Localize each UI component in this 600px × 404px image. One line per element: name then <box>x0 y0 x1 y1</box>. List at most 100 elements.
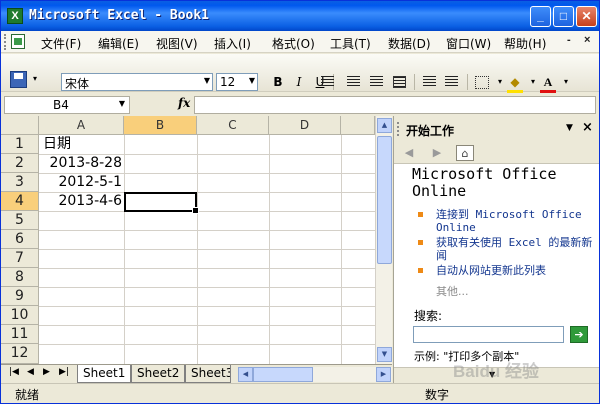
row-header[interactable]: 5 <box>1 211 39 230</box>
name-box[interactable]: B4 ▼ <box>4 96 130 114</box>
borders-icon[interactable] <box>475 76 489 89</box>
tab-sheet1[interactable]: Sheet1 <box>77 365 132 383</box>
scroll-right-icon[interactable]: ▶ <box>376 367 391 382</box>
gridline <box>39 249 375 250</box>
bold-button[interactable]: B <box>269 74 287 90</box>
pane-grip-handle[interactable] <box>397 122 400 136</box>
title-bar[interactable]: X Microsoft Excel - Book1 _ □ ✕ <box>1 1 599 31</box>
increase-indent-icon[interactable] <box>445 76 458 88</box>
back-icon[interactable]: ◀ <box>400 145 418 161</box>
select-all-corner[interactable] <box>1 116 39 135</box>
formula-input[interactable] <box>194 96 596 114</box>
active-cell-b4[interactable] <box>124 192 199 214</box>
vertical-scroll-thumb[interactable] <box>377 136 392 264</box>
insert-function-icon[interactable]: fx <box>178 96 190 110</box>
scroll-left-icon[interactable]: ◀ <box>238 367 253 382</box>
column-header-e[interactable] <box>341 116 375 135</box>
sheet-tab-bar: |◀ ◀ ▶ ▶| Sheet1 Sheet2 Sheet3 ◀ ▶ <box>1 364 392 383</box>
menu-edit[interactable]: 编辑(E) <box>98 35 139 52</box>
last-sheet-icon[interactable]: ▶| <box>59 367 69 377</box>
vertical-scrollbar[interactable]: ▲ ▼ <box>375 116 392 364</box>
font-color-button[interactable]: A <box>539 74 557 90</box>
search-input[interactable] <box>413 326 564 343</box>
menu-window[interactable]: 窗口(W) <box>446 35 491 52</box>
menu-file[interactable]: 文件(F) <box>41 35 81 52</box>
row-header[interactable]: 10 <box>1 306 39 325</box>
row-header[interactable]: 4 <box>1 192 39 211</box>
forward-icon[interactable]: ▶ <box>428 145 446 161</box>
gridline <box>39 268 375 269</box>
pane-menu-chevron-icon[interactable]: ▼ <box>566 123 573 133</box>
tab-sheet2[interactable]: Sheet2 <box>131 365 186 383</box>
column-header-a[interactable]: A <box>39 116 124 135</box>
save-icon[interactable] <box>10 71 27 88</box>
menu-bar: 文件(F) 编辑(E) 视图(V) 插入(I) 格式(O) 工具(T) 数据(D… <box>1 31 599 53</box>
bullet-icon <box>418 212 423 217</box>
menu-help[interactable]: 帮助(H) <box>504 35 546 52</box>
next-sheet-icon[interactable]: ▶ <box>43 367 50 377</box>
doc-minimize-button[interactable]: - <box>567 34 571 46</box>
scroll-up-icon[interactable]: ▲ <box>377 118 392 133</box>
italic-button[interactable]: I <box>290 74 308 90</box>
cell-a3[interactable]: 2012-5-1 <box>43 173 122 192</box>
menu-data[interactable]: 数据(D) <box>388 35 431 52</box>
toolbar-options-chevron-icon[interactable]: ▾ <box>28 71 42 87</box>
maximize-button[interactable]: □ <box>553 6 574 27</box>
align-center-icon[interactable] <box>347 76 360 88</box>
scroll-down-icon[interactable]: ▼ <box>377 347 392 362</box>
first-sheet-icon[interactable]: |◀ <box>9 367 19 377</box>
merge-center-icon[interactable] <box>393 76 406 88</box>
horizontal-scrollbar[interactable]: ◀ ▶ <box>238 367 392 382</box>
formatting-toolbar: ▾ 宋体 ▼ 12 ▼ B I U ▾ ◆ ▾ A ▾ <box>1 54 599 93</box>
search-go-icon[interactable]: ➔ <box>570 326 588 343</box>
horizontal-scroll-thumb[interactable] <box>253 367 313 382</box>
doc-close-button[interactable]: × <box>584 34 590 46</box>
row-header[interactable]: 9 <box>1 287 39 306</box>
link-connect-office-online[interactable]: 连接到 Microsoft Office Online <box>436 208 596 234</box>
font-size-value: 12 <box>220 75 236 89</box>
bullet-icon <box>418 240 423 245</box>
cell-a4[interactable]: 2013-4-6 <box>43 192 122 211</box>
chevron-down-icon[interactable]: ▼ <box>119 99 125 108</box>
excel-app-icon[interactable]: X <box>7 8 23 24</box>
font-size-select[interactable]: 12 ▼ <box>216 73 258 91</box>
cell-a1[interactable]: 日期 <box>43 135 71 154</box>
row-header[interactable]: 8 <box>1 268 39 287</box>
prev-sheet-icon[interactable]: ◀ <box>27 367 34 377</box>
row-header[interactable]: 7 <box>1 249 39 268</box>
task-pane: 开始工作 ▼ × ◀ ▶ ⌂ Microsoft Office Online 连… <box>393 116 599 383</box>
more-link[interactable]: 其他... <box>436 283 469 299</box>
align-left-icon[interactable] <box>321 76 334 88</box>
row-header[interactable]: 1 <box>1 135 39 154</box>
menu-tools[interactable]: 工具(T) <box>330 35 371 52</box>
menu-view[interactable]: 视图(V) <box>156 35 198 52</box>
worksheet-grid[interactable]: A B C D 1 2 3 4 5 6 7 8 9 10 11 12 日期 20… <box>1 116 392 364</box>
menu-grip-handle[interactable] <box>4 34 7 50</box>
workbook-icon[interactable] <box>11 34 25 49</box>
tab-sheet3[interactable]: Sheet3 <box>185 365 231 383</box>
chevron-down-icon: ▼ <box>248 76 255 85</box>
row-header[interactable]: 6 <box>1 230 39 249</box>
link-excel-news[interactable]: 获取有关使用 Excel 的最新新闻 <box>436 236 596 262</box>
status-ready: 就绪 <box>15 388 40 402</box>
close-button[interactable]: ✕ <box>576 6 597 27</box>
cell-a2[interactable]: 2013-8-28 <box>43 154 122 173</box>
menu-insert[interactable]: 插入(I) <box>214 35 251 52</box>
fill-color-icon[interactable]: ◆ <box>506 74 524 90</box>
menu-format[interactable]: 格式(O) <box>272 35 315 52</box>
row-header[interactable]: 12 <box>1 344 39 364</box>
pane-close-icon[interactable]: × <box>582 120 593 135</box>
font-name-select[interactable]: 宋体 ▼ <box>61 73 213 91</box>
minimize-button[interactable]: _ <box>530 6 551 27</box>
column-header-d[interactable]: D <box>269 116 341 135</box>
align-right-icon[interactable] <box>370 76 383 88</box>
row-header[interactable]: 3 <box>1 173 39 192</box>
decrease-indent-icon[interactable] <box>423 76 436 88</box>
link-auto-update[interactable]: 自动从网站更新此列表 <box>436 264 596 277</box>
chevron-down-icon[interactable]: ▾ <box>557 74 575 90</box>
column-header-c[interactable]: C <box>197 116 269 135</box>
home-icon[interactable]: ⌂ <box>456 145 474 161</box>
column-header-b[interactable]: B <box>124 116 197 135</box>
row-header[interactable]: 11 <box>1 325 39 344</box>
row-header[interactable]: 2 <box>1 154 39 173</box>
